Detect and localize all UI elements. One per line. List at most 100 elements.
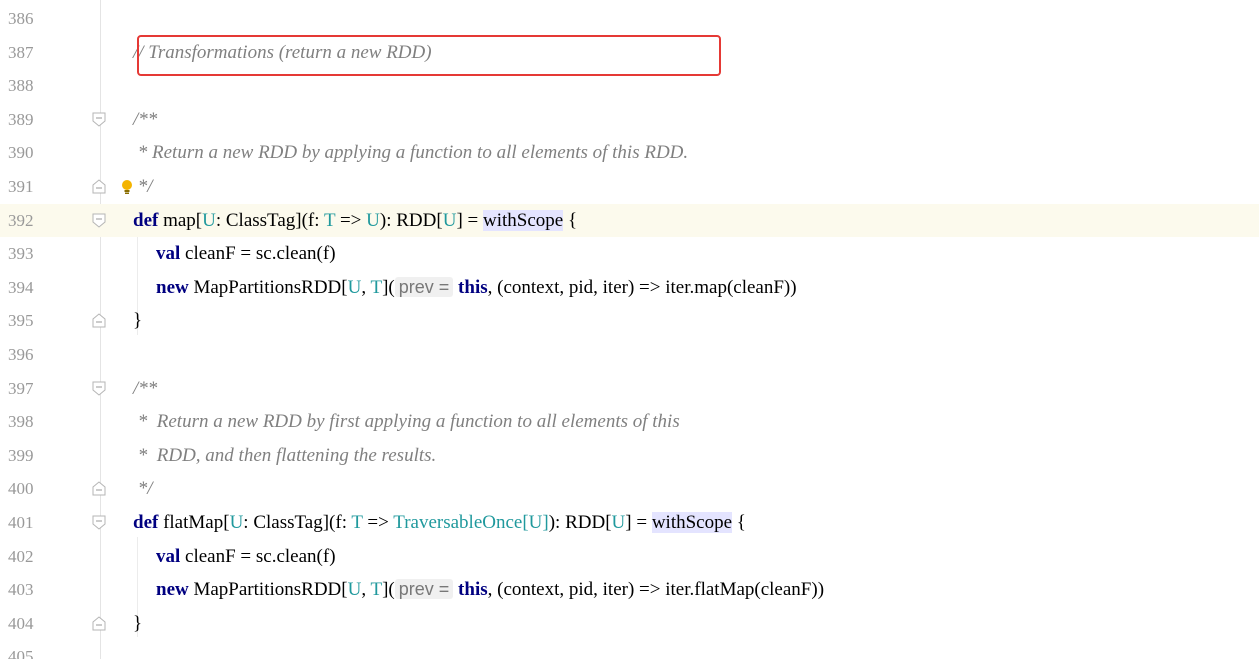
keyword-new: new [156,579,189,601]
code-fragment: ): RDD[ [379,209,443,231]
type-param: U [347,579,362,601]
code-fragment: MapPartitionsRDD[ [188,579,348,601]
code-line[interactable]: 395 } [0,304,1259,338]
code-line[interactable]: 390 * Return a new RDD by applying a fun… [0,136,1259,170]
fold-open-icon[interactable] [92,112,106,127]
code-line[interactable]: 398 * Return a new RDD by first applying… [0,405,1259,439]
code-line[interactable]: 394 new MapPartitionsRDD[U, T](prev = th… [0,271,1259,305]
comment-text: // Transformations (return a new RDD) [133,41,432,63]
line-number: 405 [8,647,34,659]
fold-open-icon[interactable] [92,213,106,228]
code-fragment: { [732,512,746,533]
code-editor[interactable]: 386 387 // Transformations (return a new… [0,0,1259,659]
code-fragment: => [335,209,367,231]
comment-text: * Return a new RDD by applying a functio… [133,142,689,164]
type-param: U [442,209,457,231]
withscope-highlight[interactable]: withScope [651,512,733,533]
type-param: U [202,209,216,231]
code-fragment: , (context, pid, iter) => iter.map(clean… [487,276,797,298]
keyword-this: this [458,579,488,601]
fold-close-icon[interactable] [92,616,106,631]
line-number: 404 [8,613,34,633]
code-line[interactable]: 405 [0,640,1259,659]
type-param: U [347,276,362,298]
code-line[interactable]: 399 * RDD, and then flattening the resul… [0,439,1259,473]
line-number: 394 [8,277,34,297]
type-param: U [528,512,543,533]
code-fragment: cleanF = sc.clean(f) [180,243,336,265]
keyword-val: val [156,545,181,567]
code-fragment: ] = [456,209,483,231]
code-line[interactable]: 391 */ [0,170,1259,204]
code-line[interactable]: 400 */ [0,472,1259,506]
code-fragment: , (context, pid, iter) => iter.flatMap(c… [487,579,825,601]
fold-close-icon[interactable] [92,313,106,328]
fold-close-icon[interactable] [92,179,106,194]
line-number: 390 [8,143,34,163]
fold-close-icon[interactable] [92,481,106,496]
code-fragment: : ClassTag](f: [243,512,352,533]
code-line[interactable]: 386 [0,2,1259,36]
lightbulb-icon[interactable] [120,179,134,195]
code-fragment: cleanF = sc.clean(f) [180,545,336,567]
type-param: T [370,276,383,298]
code-fragment: => [362,512,394,533]
comment-text: * RDD, and then flattening the results. [133,444,437,466]
code-line[interactable]: 404 } [0,607,1259,641]
code-line[interactable]: 387 // Transformations (return a new RDD… [0,36,1259,70]
code-fragment: MapPartitionsRDD[ [188,276,348,298]
type-param: T [351,512,363,533]
code-line[interactable]: 388 [0,69,1259,103]
code-fragment: : ClassTag](f: [215,209,324,231]
code-line[interactable]: 389 /** [0,103,1259,137]
code-fragment: ] = [625,512,652,533]
withscope-highlight[interactable]: withScope [482,209,564,231]
type-param: U [229,512,244,533]
line-number: 401 [8,513,34,532]
line-number: 398 [8,412,34,432]
keyword-val: val [156,243,181,265]
line-number: 388 [8,76,34,96]
code-text: val cleanF = sc.clean(f) [156,540,336,574]
line-number: 400 [8,479,34,499]
line-number: 397 [8,378,34,398]
code-line[interactable]: 393 val cleanF = sc.clean(f) [0,237,1259,271]
line-number: 386 [8,9,34,28]
comment-text: /** [133,377,158,399]
code-line[interactable]: 397 /** [0,372,1259,406]
code-line[interactable]: 403 new MapPartitionsRDD[U, T](prev = th… [0,573,1259,607]
code-fragment: , [361,276,371,298]
code-fragment: , [361,579,371,601]
type-param: U [366,209,380,231]
code-text: new MapPartitionsRDD[U, T](prev = this, … [156,271,797,305]
code-fragment: ]( [382,276,395,298]
code-line-current[interactable]: 392 def map[U: ClassTag](f: T => U): RDD… [0,203,1259,238]
code-line[interactable]: 401 def flatMap[U: ClassTag](f: T => Tra… [0,506,1259,540]
type-param: T [370,579,383,601]
parameter-hint: prev = [394,579,454,600]
type-param: U [611,512,626,533]
comment-text: /** [133,108,158,130]
code-line[interactable]: 396 [0,338,1259,372]
line-number: 389 [8,109,34,129]
code-text: def map[U: ClassTag](f: T => U): RDD[U] … [133,204,577,238]
line-number: 402 [8,546,34,566]
line-number: 387 [8,42,34,62]
type-param: T [323,209,336,231]
line-number: 396 [8,345,34,364]
line-number: 395 [8,311,34,331]
code-fragment: ]( [382,579,395,601]
code-line[interactable]: 402 val cleanF = sc.clean(f) [0,540,1259,574]
line-number: 399 [8,445,34,465]
method-name: map[ [158,209,203,231]
comment-text: * Return a new RDD by first applying a f… [133,411,680,433]
code-text: } [133,310,143,332]
comment-text: */ [133,176,153,197]
fold-open-icon[interactable] [92,515,106,530]
fold-open-icon[interactable] [92,381,106,396]
code-fragment: { [563,209,578,231]
line-number: 403 [8,580,34,600]
code-text: } [133,612,143,634]
code-fragment: ): RDD[ [548,512,612,533]
keyword-this: this [458,276,488,298]
